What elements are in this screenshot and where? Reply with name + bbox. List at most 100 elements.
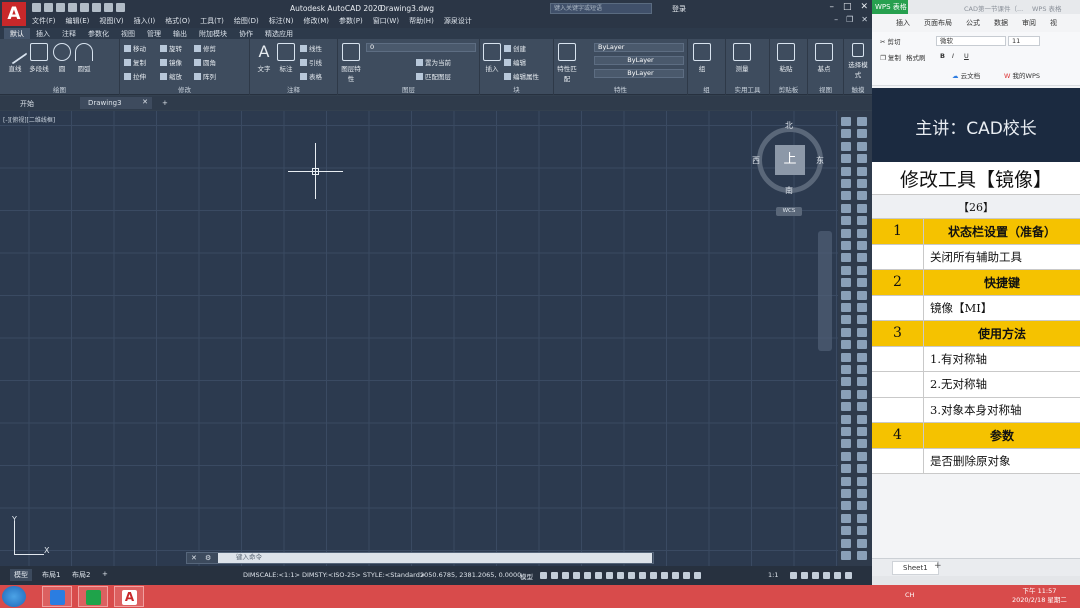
infer-icon[interactable] [562,572,569,579]
doc-minimize-icon[interactable]: – [834,15,838,24]
menu-item[interactable]: 源泉设计 [444,16,472,26]
customize-command-icon[interactable]: ⚙ [205,554,211,562]
base-point-tool[interactable]: 基点 [812,43,836,73]
lesson-number[interactable]: 【26】 [872,195,1080,218]
mirror-tool[interactable]: 镜像 [160,57,182,67]
match-properties-tool[interactable]: 特性匹配 [556,43,578,83]
group-tool[interactable]: 组 [692,43,712,73]
toolbar-icon[interactable] [841,464,851,474]
toolbar-icon[interactable] [857,538,867,548]
toolbar-icon[interactable] [857,501,867,511]
toolbar-icon[interactable] [857,154,867,164]
array-tool[interactable]: 阵列 [194,71,216,81]
panel-label-modify[interactable]: 修改 [120,84,249,94]
new-tab-button[interactable]: + [154,97,176,109]
lineweight-icon[interactable] [628,572,635,579]
minimize-icon[interactable]: – [829,2,834,12]
doc-restore-icon[interactable]: ❐ [846,15,853,24]
section-item[interactable]: 镜像【MI】 [924,295,1080,320]
section-number[interactable]: 4 [872,423,924,448]
hardware-icon[interactable] [823,572,830,579]
annotation-scale-icon[interactable] [694,572,701,579]
autocad-logo-icon[interactable]: A [2,2,26,26]
toolbar-icon[interactable] [841,501,851,511]
toolbar-icon[interactable] [841,228,851,238]
toolbar-icon[interactable] [857,365,867,374]
add-layout-button[interactable]: + [98,569,112,579]
move-tool[interactable]: 移动 [124,43,146,53]
menu-item[interactable]: 编辑(E) [66,16,90,26]
plus-icon[interactable] [801,572,808,579]
wps-doc-tab-2[interactable]: WPS 表格 [1032,3,1062,13]
customization-icon[interactable] [845,572,852,579]
toolbar-icon[interactable] [857,489,867,498]
doc-close-icon[interactable]: ✕ [861,15,868,24]
wps-menu-item[interactable]: 公式 [966,18,980,30]
open-icon[interactable] [44,3,53,12]
toolbar-icon[interactable] [857,464,867,474]
toolbar-icon[interactable] [841,439,851,449]
ribbon-tab[interactable]: 视图 [115,28,141,39]
menu-item[interactable]: 视图(V) [99,16,123,26]
section-item[interactable]: 1.有对称轴 [924,346,1080,371]
toolbar-icon[interactable] [857,216,867,226]
close-tab-icon[interactable]: ✕ [142,98,148,106]
cut-button[interactable]: ✂ 剪切 [880,36,901,46]
format-painter-button[interactable]: 格式刷 [906,52,926,62]
toolbar-icon[interactable] [841,241,851,250]
section-number[interactable]: 1 [872,219,924,244]
trim-tool[interactable]: 修剪 [194,43,216,53]
layer-properties-tool[interactable]: 图层特性 [340,43,362,83]
rotate-tool[interactable]: 旋转 [160,43,182,53]
ribbon-tab[interactable]: 插入 [30,28,56,39]
set-current-tool[interactable]: 置为当前 [416,57,451,67]
toolbar-icon[interactable] [841,290,851,300]
drawing-area[interactable]: [-][俯视][二维线框] 上 北 南 东 西 WCS Y X [0,111,838,566]
command-input[interactable]: 键入命令 [218,553,652,563]
toolbar-icon[interactable] [841,365,851,374]
toolbar-icon[interactable] [857,427,867,436]
menu-item[interactable]: 文件(F) [32,16,56,26]
close-icon[interactable]: ✕ [860,2,868,12]
toolbar-icon[interactable] [841,402,851,412]
underline-button[interactable]: U [964,52,969,60]
toolbar-icon[interactable] [857,228,867,238]
section-item[interactable]: 3.对象本身对称轴 [924,397,1080,422]
search-input[interactable]: 键入关键字或短语 [550,3,652,14]
copy-tool[interactable]: 复制 [124,57,146,67]
toolbar-icon[interactable] [857,414,867,424]
section-spacer[interactable] [872,372,924,397]
toolbar-icon[interactable] [841,278,851,288]
leader-tool[interactable]: 引线 [300,57,322,67]
linetype-dropdown[interactable]: ByLayer [594,56,684,65]
italic-button[interactable]: I [952,52,954,60]
select-mode-tool[interactable]: 选择模式 [846,43,870,79]
tab-layout1[interactable]: 布局1 [38,569,64,581]
taskbar-app-2[interactable] [78,586,108,607]
toolbar-icon[interactable] [841,389,851,399]
panel-label-groups[interactable]: 组 [688,84,725,94]
plot-icon[interactable] [92,3,101,12]
ribbon-tab[interactable]: 管理 [141,28,167,39]
toolbar-icon[interactable] [857,327,867,337]
add-sheet-button[interactable]: + [934,561,942,571]
wps-menu-item[interactable]: 插入 [896,18,910,30]
taskbar-app-3[interactable]: A [114,586,144,607]
section-spacer[interactable] [872,244,924,269]
toolbar-icon[interactable] [857,402,867,412]
toolbar-icon[interactable] [857,439,867,449]
ribbon-tab[interactable]: 参数化 [82,28,115,39]
viewcube-top-face[interactable]: 上 [775,145,805,175]
panel-label-view[interactable]: 视图 [808,84,843,94]
section-item[interactable]: 是否删除原对象 [924,448,1080,473]
create-block-tool[interactable]: 创建 [504,43,526,53]
tab-start[interactable]: 开始 [12,97,42,109]
section-header[interactable]: 状态栏设置（准备） [924,219,1080,244]
toolbar-icon[interactable] [857,117,867,126]
section-spacer[interactable] [872,346,924,371]
panel-label-annotation[interactable]: 注释 [250,84,337,94]
wps-menu-item[interactable]: 审阅 [1022,18,1036,30]
toolbar-icon[interactable] [857,278,867,288]
redo-icon[interactable] [116,3,125,12]
dimension-tool[interactable]: 标注 [276,43,296,73]
